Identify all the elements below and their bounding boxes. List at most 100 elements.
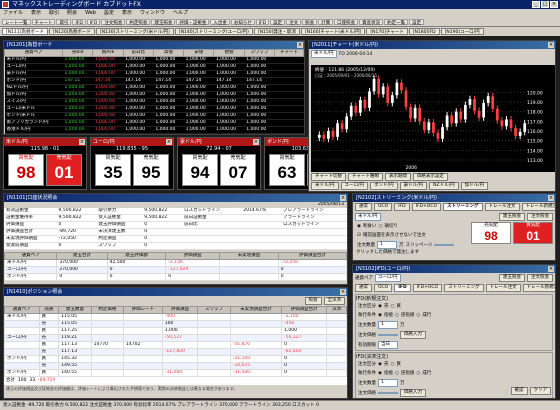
sell-radio[interactable]: ◉ [378,303,382,310]
order-tab-0[interactable]: 通常 [355,203,372,211]
order-inquiry-button[interactable]: 注文照会 [527,213,553,221]
window-tab-2[interactable]: [N130]ストリーミング(米ドル/円) [95,28,174,35]
buy-quote-button[interactable]: 買気配 94 [182,154,218,186]
chart-pair-select[interactable]: 米ドル/円 [311,50,337,58]
close-icon[interactable]: × [548,42,554,48]
toolbar-button-1[interactable]: チャート [31,19,56,26]
window-tab-8[interactable]: [N190]ユーロ/円 [440,28,484,35]
toolbar-button-3[interactable]: IFD [72,19,86,26]
quantity-input[interactable]: 1 [377,241,397,249]
order-tab-2[interactable]: IFD [394,203,410,211]
ifd-tab-3[interactable]: IFD+OCO [412,284,443,292]
window-tab-4[interactable]: [N150]発注・取消 [253,28,300,35]
quantity-input[interactable]: 1 [378,321,398,329]
buy-quote-button[interactable]: 買気配 01 [513,222,553,244]
table-row[interactable]: 買 117.13 14770 14702 -35,870 0 [4,341,347,349]
chart-type-button[interactable]: チャート種類 [347,173,383,181]
menu-file[interactable]: ファイル [3,9,23,18]
window-tab-0[interactable]: [N111]為替ボード [2,28,48,35]
menu-settings[interactable]: 設定 [104,9,114,18]
order-tab-1[interactable]: OCO [374,203,393,211]
sell-radio[interactable]: ◉ [378,361,382,368]
buy-quote-button[interactable]: 買気配 98 [8,154,44,186]
toolbar-button-18[interactable]: 約定一覧 [384,19,409,26]
table-row[interactable]: ユーロ/円 1,000.00 1,000.00 1,000.00 1,000.00 1,0… [4,63,304,71]
toolbar-button-15[interactable]: 計算 [318,19,334,26]
window-tab-6[interactable]: [N170]チャート [366,28,408,35]
order-type-radio[interactable]: ○ [416,370,420,377]
toolbar-button-7[interactable]: 建玉照会 [151,19,176,26]
close-icon[interactable]: × [297,42,303,48]
close-icon[interactable]: × [340,195,346,201]
close-icon[interactable]: × [253,139,259,145]
minimize-button[interactable]: _ [532,1,540,8]
sell-quote-button[interactable]: 売気配 98 [471,222,511,244]
table-row[interactable]: ユーロ/米ドル 1,000.00 1,000.00 1,000.00 1,000.00 1… [4,105,304,113]
chart-tab-3[interactable]: 豪ドル/円 [399,182,428,190]
close-all-button[interactable]: 全決済 [323,297,345,305]
order-tab-5[interactable]: トレール注文 [484,203,520,211]
table-row[interactable]: 加ドル/円 1,000.00 1,000.00 1,000.00 1,000.00 1,0… [4,91,304,99]
order-type-radio[interactable]: ◉ [378,370,382,377]
close-button[interactable]: × [550,1,558,8]
toolbar-button-0[interactable]: レート一覧 [2,19,31,26]
buy-quote-button[interactable]: 買気配 35 [95,154,131,186]
window-tab-3[interactable]: [N140]ストリーミング(ユーロ/円) [174,28,253,35]
table-row[interactable]: 豪ドル/円 1,000.00 1,000.00 1,000.00 1,000.00 1,0… [4,70,304,78]
buy-radio[interactable]: ○ [390,361,394,368]
table-row[interactable]: 売 117.13 -127,829 -82,600 [4,348,347,356]
toolbar-button-5[interactable]: 注文照会 [101,19,126,26]
table-row[interactable]: 米ドル/円 1,000.00 1,000.00 1,000.00 1,000.00 1,0… [4,56,304,64]
ifd-position-button[interactable]: 建玉照会 [499,274,525,282]
table-row[interactable]: ポンド/円 0 0 0 0 [4,273,347,281]
table-row[interactable]: 売 115.05 100 -400 [4,320,347,328]
price-entry-button[interactable]: 価格入力 [400,389,426,397]
table-row[interactable]: 売 149.55 -34,625 0 [4,362,347,370]
chart-tab-0[interactable]: 米ドル/円 [311,182,339,190]
toolbar-button-12[interactable]: 設定 [270,19,286,26]
clear-button[interactable]: クリア [529,387,551,395]
buy-radio[interactable]: ○ [390,303,394,310]
window-tab-5[interactable]: [N160]チャート(米ドル/円) [300,28,366,35]
toolbar-button-16[interactable]: 口座照会 [334,19,359,26]
price-input[interactable] [378,334,398,336]
toolbar-button-13[interactable]: 注文 [286,19,302,26]
pair-select[interactable]: 米ドル/円 [355,213,381,221]
table-row[interactable]: 米ドル/円買 115.05 -400 -2,100 [4,313,347,321]
menu-help[interactable]: ヘルプ [173,9,188,18]
ifd-tab-1[interactable]: OCO [374,284,393,292]
close-icon[interactable]: × [548,195,554,201]
chart-area[interactable]: 120.00 119.00 118.00 117.00 116.00 115.00 114.… [311,65,555,172]
table-row[interactable]: ポンド/米ドル 1,000.00 1,000.00 1,000.00 1,000.00 1… [4,112,304,120]
ifd-order-button[interactable]: 注文照会 [527,274,553,282]
ifd-tab-6[interactable]: トレール新規注文 [522,284,555,292]
toolbar-button-11[interactable]: IFD [255,19,270,26]
table-row[interactable]: 米ドル/円 370,000 42,500 -2,156 -72,050 [4,259,347,267]
expiry-select[interactable]: 当日 [378,341,398,349]
table-row[interactable]: ユーロ/円売 119.21 -50,127 -50,127 [4,334,347,342]
maximize-button[interactable]: □ [541,1,549,8]
ifd-tab-2[interactable]: IFD [394,284,411,292]
radio-take-profit[interactable]: ◉ [357,223,361,230]
menu-inquiry[interactable]: 照会 [67,9,77,18]
confirm-skip-checkbox[interactable]: ☑ [357,232,361,239]
table-row[interactable]: NZドル/円 1,000.00 1,000.00 1,000.00 1,000.00 1,… [4,84,304,92]
chart-period-button[interactable]: 表示期間 [384,173,411,181]
toolbar-button-19[interactable]: 設定 [409,19,425,26]
refresh-button[interactable]: 照会 [304,297,322,305]
table-row[interactable]: 南アフリカランド/円 1,000.00 1,000.00 1,000.00 1,000.… [4,119,304,127]
order-tab-3[interactable]: IFD+OCO [411,203,442,211]
radio-stop-loss[interactable]: ○ [378,223,382,230]
toolbar-button-2[interactable]: 取引 [56,19,72,26]
order-type-radio[interactable]: ○ [416,312,420,319]
menu-view[interactable]: 表示 [31,9,41,18]
sell-quote-button[interactable]: 売気配 95 [133,154,169,186]
table-row[interactable]: ユーロ/円 270,000 0 -127,829 0 [4,266,347,274]
toolbar-button-9[interactable]: 入出金 [210,19,230,26]
order-tab-4[interactable]: ストリーミング [443,203,483,211]
toolbar-button-10[interactable]: お知らせ [230,19,255,26]
toolbar-button-6[interactable]: 約定照会 [126,19,151,26]
ifd-pair-select[interactable]: ユーロ/円 [375,274,401,282]
table-row[interactable]: 買 117.25 1,000 1,000 [4,327,347,335]
toolbar-button-8[interactable]: 評価・証拠金 [176,19,210,26]
